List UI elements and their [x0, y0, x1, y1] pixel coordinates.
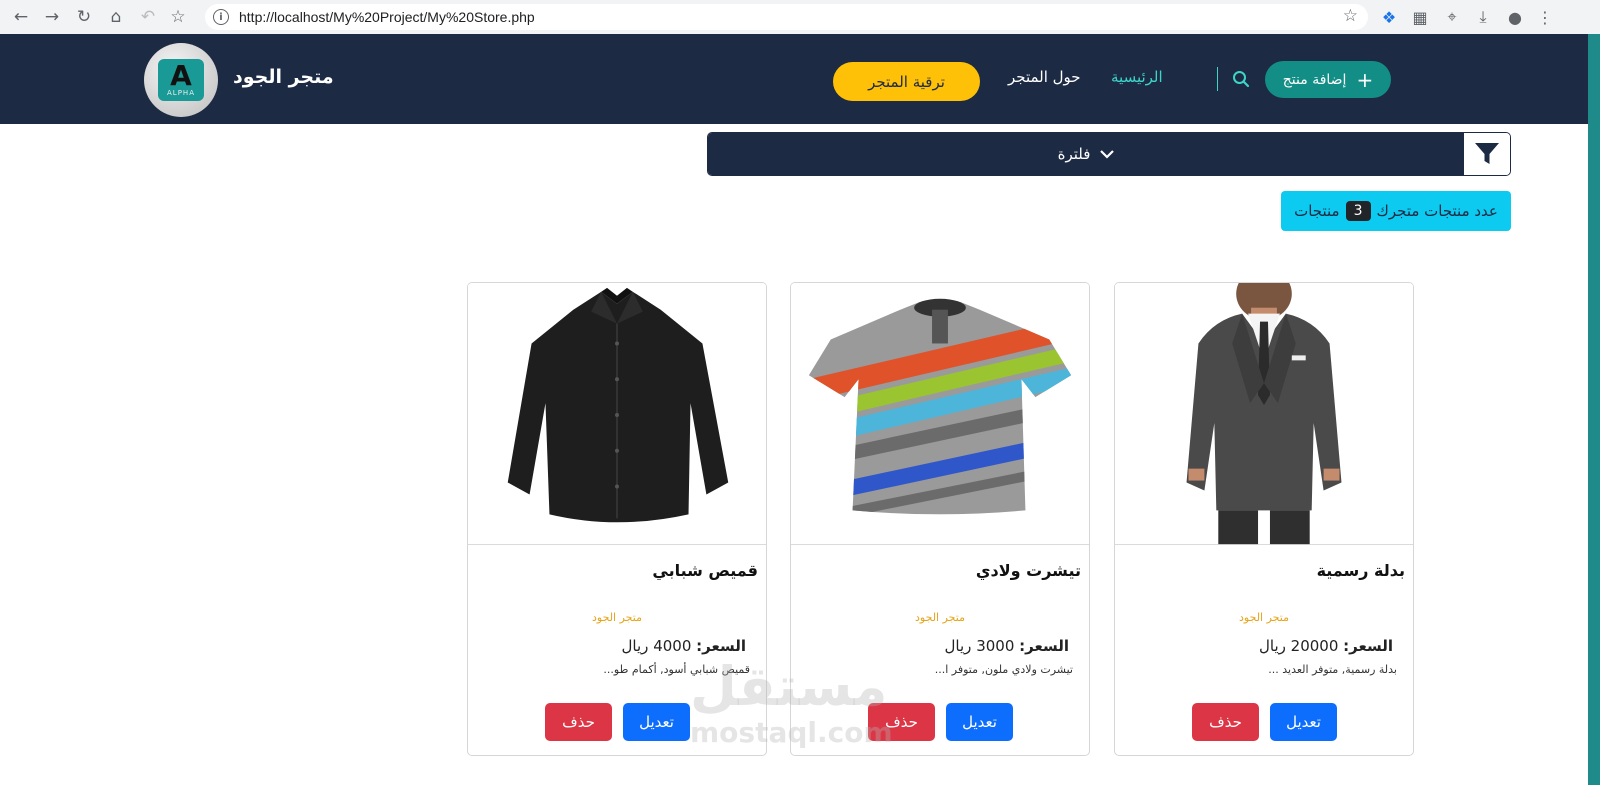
count-prefix: عدد منتجات متجرك: [1376, 202, 1498, 220]
profile-icon[interactable]: ●: [1503, 5, 1527, 29]
nav-divider: [1217, 67, 1218, 91]
product-title: قميص شبابي: [652, 561, 758, 580]
price-label: السعر:: [696, 637, 746, 655]
product-store-name[interactable]: متجر الجود: [1115, 611, 1413, 624]
filter-bar[interactable]: فلترة: [707, 132, 1511, 176]
nav-link-about[interactable]: حول المتجر: [1008, 68, 1081, 86]
undo-icon[interactable]: ↶: [136, 5, 160, 29]
filter-label: فلترة: [1057, 145, 1091, 163]
product-price: السعر: 3000 ريال: [945, 637, 1069, 655]
product-price: السعر: 4000 ريال: [622, 637, 746, 655]
menu-kebab-icon[interactable]: ⋮: [1533, 5, 1557, 29]
product-title: بدلة رسمية: [1316, 561, 1405, 580]
edit-button[interactable]: تعديل: [1270, 703, 1337, 741]
add-product-label: إضافة منتج: [1282, 71, 1347, 88]
upgrade-store-button[interactable]: ترقية المتجر: [833, 62, 980, 101]
watermark-arabic: مستقل: [690, 655, 888, 718]
product-description: تيشرت ولادي ملون, متوفر ا...: [934, 663, 1073, 676]
watermark: مستقل mostaql.com: [690, 655, 893, 750]
product-image-kids-tshirt[interactable]: [791, 283, 1089, 545]
crop-icon[interactable]: ⌖: [1440, 5, 1464, 29]
search-icon[interactable]: [1232, 70, 1250, 88]
product-description: بدلة رسمية, متوفر العديد ...: [1268, 663, 1397, 676]
home-icon[interactable]: ⌂: [104, 5, 128, 29]
back-icon[interactable]: ←: [9, 5, 33, 29]
address-bar[interactable]: i http://localhost/My%20Project/My%20Sto…: [205, 4, 1368, 30]
url-text: http://localhost/My%20Project/My%20Store…: [239, 9, 535, 25]
product-price: السعر: 20000 ريال: [1259, 637, 1393, 655]
product-image-black-shirt[interactable]: [468, 283, 766, 545]
delete-button[interactable]: حذف: [1192, 703, 1259, 741]
watermark-latin: mostaql.com: [690, 716, 893, 749]
price-value: 4000 ريال: [621, 637, 692, 655]
store-name[interactable]: متجر الجود: [233, 66, 334, 88]
download-icon[interactable]: ⤓: [1471, 5, 1495, 29]
price-label: السعر:: [1343, 637, 1393, 655]
extensions-puzzle-icon[interactable]: ❖: [1377, 5, 1401, 29]
site-info-icon[interactable]: i: [213, 9, 229, 25]
delete-button[interactable]: حذف: [545, 703, 612, 741]
product-card: بدلة رسمية متجر الجود السعر: 20000 ريال …: [1114, 282, 1414, 756]
count-suffix: منتجات: [1294, 202, 1340, 220]
product-image-suit[interactable]: [1115, 283, 1413, 545]
price-label: السعر:: [1019, 637, 1069, 655]
filter-toggle[interactable]: فلترة: [708, 133, 1464, 175]
browser-toolbar: ← → ↻ ⌂ ↶ ☆ i http://localhost/My%20Proj…: [0, 0, 1600, 34]
logo-subtext: ALPHA: [167, 89, 195, 97]
product-title: تيشرت ولادي: [975, 561, 1081, 580]
bookmark-star-icon[interactable]: ☆: [166, 5, 190, 29]
store-logo[interactable]: A ALPHA: [144, 43, 218, 117]
nav-link-home[interactable]: الرئيسية: [1111, 68, 1163, 86]
add-product-button[interactable]: إضافة منتج +: [1265, 61, 1391, 98]
product-store-name[interactable]: متجر الجود: [468, 611, 766, 624]
price-value: 20000 ريال: [1259, 637, 1339, 655]
bookmark-page-icon[interactable]: ☆: [1343, 6, 1358, 26]
edit-button[interactable]: تعديل: [623, 703, 690, 741]
product-store-name[interactable]: متجر الجود: [791, 611, 1089, 624]
count-value: 3: [1345, 201, 1371, 221]
products-count-badge: عدد منتجات متجرك 3 منتجات: [1281, 191, 1511, 231]
reload-icon[interactable]: ↻: [72, 5, 96, 29]
edit-button[interactable]: تعديل: [946, 703, 1013, 741]
funnel-icon: [1475, 143, 1499, 164]
grid-extension-icon[interactable]: ▦: [1408, 5, 1432, 29]
filter-icon-button[interactable]: [1464, 133, 1510, 175]
price-value: 3000 ريال: [944, 637, 1015, 655]
logo-letter: A: [170, 59, 192, 92]
forward-icon[interactable]: →: [40, 5, 64, 29]
plus-icon: +: [1356, 67, 1374, 92]
chevron-down-icon: [1100, 150, 1115, 159]
page-scrollbar[interactable]: [1588, 34, 1600, 785]
